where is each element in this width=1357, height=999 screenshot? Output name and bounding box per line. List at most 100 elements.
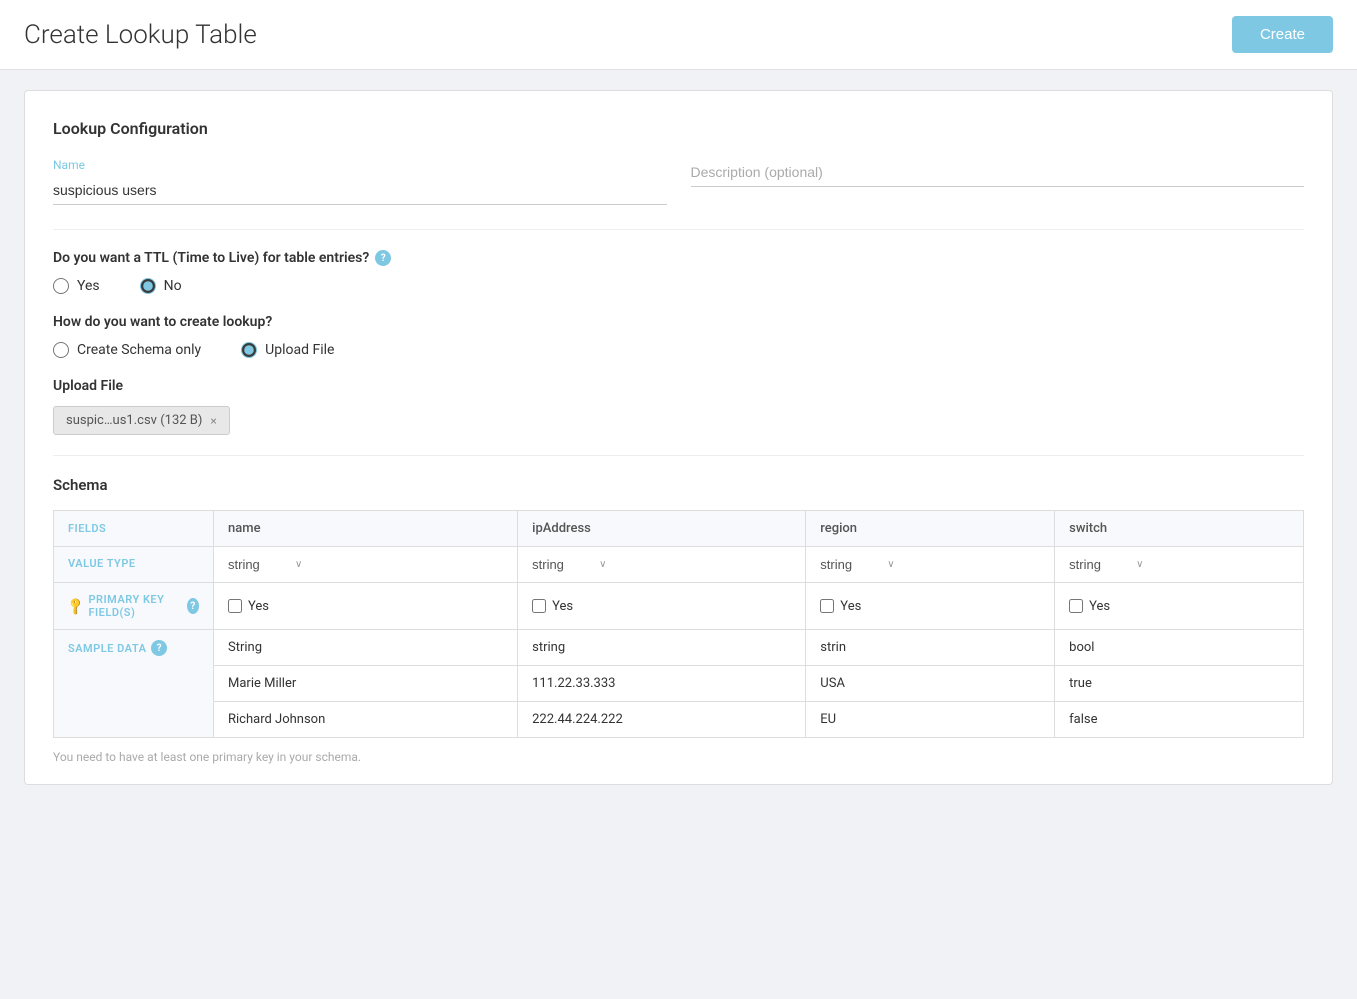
upload-section: Upload File suspic…us1.csv (132 B) × (53, 378, 1304, 435)
schema-only-label: Create Schema only (77, 342, 201, 358)
sample-data-row-2: Marie Miller 111.22.33.333 USA true (54, 666, 1304, 702)
sample-row2-ip: 111.22.33.333 (518, 666, 806, 702)
region-pk-label: Yes (840, 599, 861, 614)
ttl-no-option[interactable]: No (140, 278, 182, 294)
upload-file-label: Upload File (265, 342, 334, 358)
page-header: Create Lookup Table Create (0, 0, 1357, 70)
ipaddress-type-select-wrapper: string number boolean ∨ (532, 557, 791, 572)
create-button[interactable]: Create (1232, 16, 1333, 53)
ttl-yes-label: Yes (77, 278, 100, 294)
value-type-region: string number boolean ∨ (806, 547, 1055, 583)
ttl-yes-radio[interactable] (53, 278, 69, 294)
schema-section: Schema FIELDS name ipAddress region swit… (53, 476, 1304, 764)
ipaddress-type-select[interactable]: string number boolean (532, 557, 595, 572)
switch-type-select-wrapper: string number boolean ∨ (1069, 557, 1289, 572)
table-header-row: FIELDS name ipAddress region switch (54, 511, 1304, 547)
sample-row2-name: Marie Miller (214, 666, 518, 702)
col-switch: switch (1055, 511, 1304, 547)
switch-type-select[interactable]: string number boolean (1069, 557, 1132, 572)
primary-key-row: 🔑 PRIMARY KEY FIELD(S) ? Yes (54, 583, 1304, 630)
primary-key-help-icon[interactable]: ? (187, 598, 199, 614)
schema-only-radio[interactable] (53, 342, 69, 358)
name-type-select[interactable]: string number boolean (228, 557, 291, 572)
sample-row1-switch: bool (1055, 630, 1304, 666)
ttl-no-radio[interactable] (140, 278, 156, 294)
region-pk-checkbox[interactable] (820, 599, 834, 613)
divider-2 (53, 455, 1304, 456)
upload-file-radio[interactable] (241, 342, 257, 358)
page-title: Create Lookup Table (24, 20, 257, 50)
sample-row3-name: Richard Johnson (214, 702, 518, 738)
fields-col-label: FIELDS (54, 511, 214, 547)
primary-key-label: 🔑 PRIMARY KEY FIELD(S) ? (68, 593, 199, 619)
sample-data-label-cell: SAMPLE DATA ? (54, 630, 214, 738)
col-ipaddress: ipAddress (518, 511, 806, 547)
ipaddress-pk-checkbox-row: Yes (532, 599, 791, 614)
create-method-radio-group: Create Schema only Upload File (53, 342, 1304, 358)
region-type-select-wrapper: string number boolean ∨ (820, 557, 1040, 572)
region-type-select[interactable]: string number boolean (820, 557, 883, 572)
name-field-group: Name (53, 158, 667, 205)
value-type-label-cell: VALUE TYPE (54, 547, 214, 583)
ttl-yes-option[interactable]: Yes (53, 278, 100, 294)
value-type-name: string number boolean ∨ (214, 547, 518, 583)
primary-key-switch: Yes (1055, 583, 1304, 630)
sample-row3-ip: 222.44.224.222 (518, 702, 806, 738)
name-label: Name (53, 158, 667, 172)
config-card: Lookup Configuration Name Do you want a … (24, 90, 1333, 785)
name-pk-checkbox-row: Yes (228, 599, 503, 614)
create-method-question: How do you want to create lookup? (53, 314, 1304, 330)
primary-key-name: Yes (214, 583, 518, 630)
primary-key-region: Yes (806, 583, 1055, 630)
name-pk-checkbox[interactable] (228, 599, 242, 613)
uploaded-file-badge: suspic…us1.csv (132 B) × (53, 406, 230, 435)
name-type-chevron: ∨ (295, 559, 302, 570)
sample-row3-switch: false (1055, 702, 1304, 738)
validation-message: You need to have at least one primary ke… (53, 750, 1304, 764)
primary-key-ipaddress: Yes (518, 583, 806, 630)
section-title: Lookup Configuration (53, 119, 1304, 138)
value-type-ipaddress: string number boolean ∨ (518, 547, 806, 583)
upload-file-option[interactable]: Upload File (241, 342, 334, 358)
sample-row2-region: USA (806, 666, 1055, 702)
switch-type-chevron: ∨ (1136, 559, 1143, 570)
divider-1 (53, 229, 1304, 230)
ipaddress-pk-checkbox[interactable] (532, 599, 546, 613)
ttl-radio-group: Yes No (53, 278, 1304, 294)
description-input[interactable] (691, 158, 1305, 187)
name-description-row: Name (53, 158, 1304, 205)
primary-key-label-cell: 🔑 PRIMARY KEY FIELD(S) ? (54, 583, 214, 630)
schema-table: FIELDS name ipAddress region switch VALU… (53, 510, 1304, 738)
name-pk-label: Yes (248, 599, 269, 614)
ttl-group: Do you want a TTL (Time to Live) for tab… (53, 250, 1304, 294)
key-icon: 🔑 (65, 596, 86, 617)
main-content: Lookup Configuration Name Do you want a … (0, 70, 1357, 805)
ipaddress-type-chevron: ∨ (599, 559, 606, 570)
remove-file-button[interactable]: × (210, 414, 216, 428)
switch-pk-checkbox[interactable] (1069, 599, 1083, 613)
sample-row3-region: EU (806, 702, 1055, 738)
switch-pk-label: Yes (1089, 599, 1110, 614)
ttl-help-icon[interactable]: ? (375, 250, 391, 266)
region-pk-checkbox-row: Yes (820, 599, 1040, 614)
ipaddress-pk-label: Yes (552, 599, 573, 614)
create-method-group: How do you want to create lookup? Create… (53, 314, 1304, 358)
sample-data-label: SAMPLE DATA ? (68, 640, 199, 656)
region-type-chevron: ∨ (887, 559, 894, 570)
name-input[interactable] (53, 176, 667, 205)
value-type-row: VALUE TYPE string number boolean ∨ (54, 547, 1304, 583)
sample-row1-region: strin (806, 630, 1055, 666)
schema-only-option[interactable]: Create Schema only (53, 342, 201, 358)
sample-data-help-icon[interactable]: ? (151, 640, 167, 656)
col-name: name (214, 511, 518, 547)
sample-row2-switch: true (1055, 666, 1304, 702)
uploaded-file-name: suspic…us1.csv (132 B) (66, 413, 202, 428)
col-region: region (806, 511, 1055, 547)
upload-file-section-label: Upload File (53, 378, 1304, 394)
ttl-no-label: No (164, 278, 182, 294)
switch-pk-checkbox-row: Yes (1069, 599, 1289, 614)
sample-data-row-header: SAMPLE DATA ? String string strin bool (54, 630, 1304, 666)
ttl-question: Do you want a TTL (Time to Live) for tab… (53, 250, 1304, 266)
name-type-select-wrapper: string number boolean ∨ (228, 557, 503, 572)
value-type-switch: string number boolean ∨ (1055, 547, 1304, 583)
